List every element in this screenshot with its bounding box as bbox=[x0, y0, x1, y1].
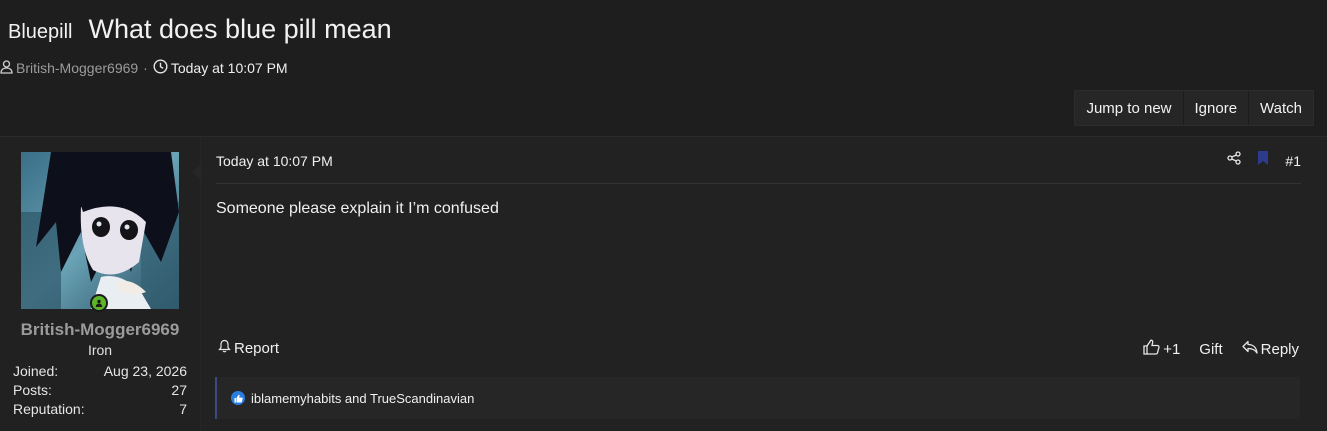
user-stat-joined: Joined: Aug 23, 2026 bbox=[13, 363, 187, 379]
report-label: Report bbox=[234, 339, 280, 357]
stat-value: 7 bbox=[179, 401, 187, 417]
ignore-button[interactable]: Ignore bbox=[1182, 91, 1249, 125]
online-status-indicator bbox=[90, 294, 108, 312]
divider bbox=[216, 183, 1301, 184]
post-content: Today at 10:07 PM #1 Someone please expl… bbox=[202, 137, 1327, 431]
stat-value: Aug 23, 2026 bbox=[103, 363, 187, 379]
thread-header: Bluepill What does blue pill mean bbox=[8, 14, 392, 45]
stat-label: Posts: bbox=[13, 382, 52, 398]
stat-label: Joined: bbox=[13, 363, 59, 379]
like-reaction-icon bbox=[231, 391, 245, 405]
user-stat-reputation: Reputation: 7 bbox=[13, 401, 187, 417]
like-button[interactable]: +1 bbox=[1143, 339, 1180, 359]
thread-meta: British-Mogger6969 · Today at 10:07 PM bbox=[0, 59, 288, 77]
post-tools: #1 bbox=[1227, 151, 1301, 170]
gift-button[interactable]: Gift bbox=[1199, 341, 1222, 358]
thumbs-up-icon bbox=[1143, 339, 1160, 359]
reply-label: Reply bbox=[1260, 340, 1299, 358]
stat-value[interactable]: 27 bbox=[171, 382, 187, 398]
thread-start-time[interactable]: Today at 10:07 PM bbox=[171, 60, 288, 76]
clock-icon bbox=[153, 59, 168, 77]
avatar[interactable] bbox=[21, 152, 179, 309]
post-user-panel: British-Mogger6969 Iron Joined: Aug 23, … bbox=[0, 137, 201, 431]
like-count: +1 bbox=[1163, 340, 1181, 358]
thread-prefix[interactable]: Bluepill bbox=[8, 21, 72, 44]
gift-label: Gift bbox=[1199, 340, 1223, 358]
watch-button[interactable]: Watch bbox=[1248, 91, 1313, 125]
reactions-bar[interactable]: iblamemyhabits and TrueScandinavian bbox=[215, 377, 1300, 419]
reactions-text: iblamemyhabits and TrueScandinavian bbox=[251, 390, 475, 406]
jump-to-new-button[interactable]: Jump to new bbox=[1075, 91, 1182, 125]
share-icon[interactable] bbox=[1227, 151, 1242, 170]
post-actions: +1 Gift Reply bbox=[1143, 339, 1299, 359]
reply-icon bbox=[1241, 340, 1258, 358]
user-icon bbox=[0, 59, 13, 77]
message-arrow bbox=[192, 163, 202, 181]
stat-label: Reputation: bbox=[13, 401, 85, 417]
thread-actions: Jump to new Ignore Watch bbox=[1074, 90, 1314, 126]
thread-author-link[interactable]: British-Mogger6969 bbox=[16, 60, 138, 76]
report-button[interactable]: Report bbox=[218, 339, 279, 357]
post-number[interactable]: #1 bbox=[1285, 153, 1301, 169]
user-stat-posts: Posts: 27 bbox=[13, 382, 187, 398]
post-date[interactable]: Today at 10:07 PM bbox=[216, 153, 333, 169]
bookmark-icon[interactable] bbox=[1257, 151, 1269, 170]
user-role: Iron bbox=[87, 342, 113, 358]
post-username[interactable]: British-Mogger6969 bbox=[0, 320, 200, 340]
bell-icon bbox=[218, 339, 231, 357]
meta-separator: · bbox=[143, 60, 148, 76]
page-title: What does blue pill mean bbox=[88, 14, 392, 44]
post-body: Someone please explain it I’m confused bbox=[216, 200, 499, 217]
reply-button[interactable]: Reply bbox=[1241, 340, 1299, 358]
post: British-Mogger6969 Iron Joined: Aug 23, … bbox=[0, 136, 1327, 431]
